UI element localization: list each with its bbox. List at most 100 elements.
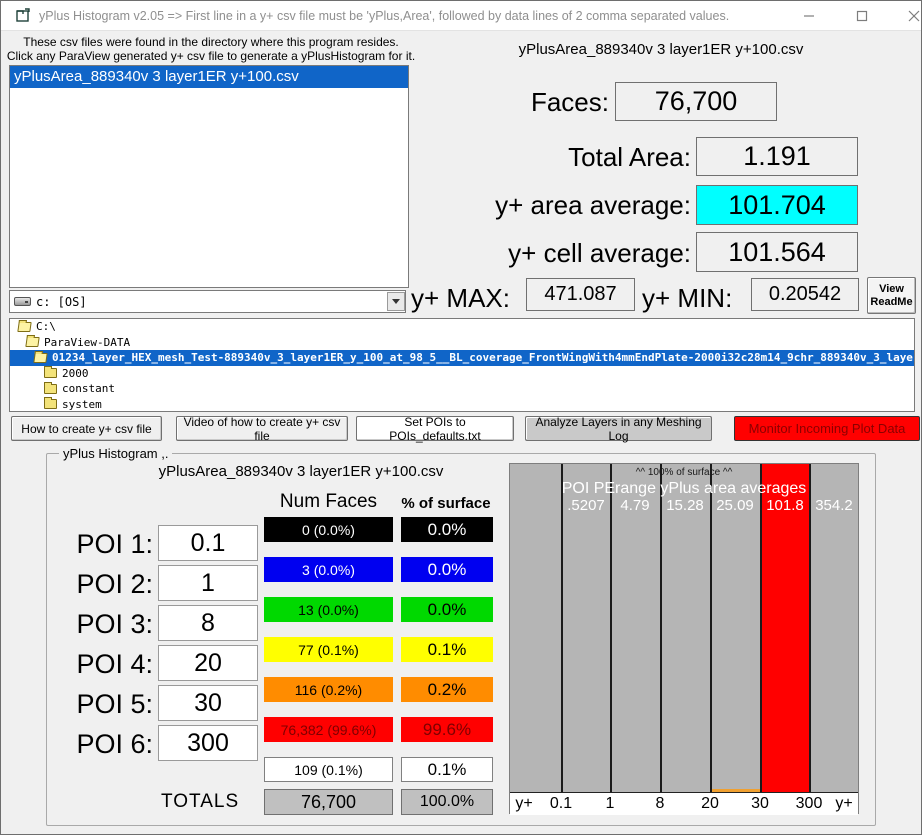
table-row-numfaces: 13 (0.0%) — [264, 597, 393, 622]
range-average: 15.28 — [660, 497, 710, 514]
app-window: yPlus Histogram v2.05 => First line in a… — [0, 0, 922, 835]
csv-file-list[interactable]: yPlusArea_889340v 3 layer1ER y+100.csv — [9, 65, 409, 288]
open-folder-icon — [33, 353, 47, 363]
analyze-layers-button[interactable]: Analyze Layers in any Meshing Log — [525, 416, 712, 441]
table-row-pct: 99.6% — [401, 717, 493, 742]
app-icon — [15, 8, 31, 24]
tree-row-system[interactable]: system — [10, 397, 914, 413]
drive-selector-value: c: [OS] — [36, 295, 87, 309]
table-row-pct: 0.1% — [401, 637, 493, 662]
view-readme-line2: ReadMe — [868, 296, 915, 309]
directory-tree[interactable]: C:\ ParaView-DATA 01234_layer_HEX_mesh_T… — [9, 318, 915, 412]
open-folder-icon — [17, 322, 31, 332]
table-row-pct: 0.1% — [401, 757, 493, 782]
table-row-numfaces: 0 (0.0%) — [264, 517, 393, 542]
intro-text: These csv files were found in the direct… — [5, 35, 417, 63]
tree-label: constant — [62, 382, 115, 395]
ymin-value: 0.20542 — [751, 278, 859, 311]
poi3-input[interactable]: 8 — [158, 605, 258, 641]
table-row-numfaces: 76,382 (99.6%) — [264, 717, 393, 742]
axis-label: 1 — [588, 795, 632, 813]
axis-label: y+ — [512, 795, 536, 813]
totals-label: TOTALS — [161, 791, 257, 813]
tree-label: 2000 — [62, 367, 89, 380]
faces-value: 76,700 — [615, 82, 777, 121]
table-row-numfaces: 3 (0.0%) — [264, 557, 393, 582]
tree-row-constant[interactable]: constant — [10, 381, 914, 397]
poi5-input[interactable]: 30 — [158, 685, 258, 721]
minimize-icon[interactable] — [786, 1, 831, 31]
ymin-label: y+ MIN: — [642, 283, 747, 314]
range-average: 101.8 — [760, 497, 810, 514]
view-readme-button[interactable]: View ReadMe — [867, 277, 916, 314]
poi5-label: POI 5: — [31, 689, 153, 720]
poi6-input[interactable]: 300 — [158, 725, 258, 761]
tree-label: ParaView-DATA — [44, 336, 130, 349]
cell-average-label: y+ cell average: — [401, 238, 691, 269]
poi2-label: POI 2: — [31, 569, 153, 600]
intro-line-2: Click any ParaView generated y+ csv file… — [5, 49, 417, 63]
tree-label: 01234_layer_HEX_mesh_Test-889340v_3_laye… — [52, 351, 915, 364]
how-to-create-csv-button[interactable]: How to create y+ csv file — [11, 416, 162, 441]
histogram-file-label: yPlusArea_889340v 3 layer1ER y+100.csv — [111, 463, 491, 480]
drive-selector[interactable]: c: [OS] — [9, 290, 406, 313]
range-average: 25.09 — [710, 497, 760, 514]
totals-pct-value: 100.0% — [401, 789, 493, 815]
folder-icon — [44, 399, 57, 409]
total-area-label: Total Area: — [401, 142, 691, 173]
folder-icon — [44, 368, 57, 378]
axis-label: 300 — [787, 795, 831, 813]
csv-file-item-selected[interactable]: yPlusArea_889340v 3 layer1ER y+100.csv — [10, 66, 408, 88]
faces-label: Faces: — [431, 87, 609, 118]
chevron-down-icon[interactable] — [387, 292, 405, 311]
area-average-label: y+ area average: — [401, 190, 691, 221]
axis-label: y+ — [832, 795, 856, 813]
set-pois-defaults-button[interactable]: Set POIs to POIs_defaults.txt — [356, 416, 514, 441]
plot-x-axis: y+ 0.1 1 8 20 30 300 y+ — [510, 792, 858, 815]
range-average: .5207 — [561, 497, 611, 514]
plot-100pct-note: ^^ 100% of surface ^^ — [510, 467, 858, 478]
view-readme-line1: View — [868, 283, 915, 296]
drive-icon — [14, 297, 31, 306]
title-bar: yPlus Histogram v2.05 => First line in a… — [1, 1, 921, 31]
plot-subtitle: POI PErange yPlus area averages — [510, 480, 858, 498]
poi2-input[interactable]: 1 — [158, 565, 258, 601]
axis-label: 8 — [638, 795, 682, 813]
tree-label: system — [62, 398, 102, 411]
poi4-label: POI 4: — [31, 649, 153, 680]
axis-label: 30 — [738, 795, 782, 813]
close-icon[interactable] — [891, 1, 922, 31]
table-row-pct: 0.0% — [401, 517, 493, 542]
intro-line-1: These csv files were found in the direct… — [5, 35, 417, 49]
table-row-numfaces: 77 (0.1%) — [264, 637, 393, 662]
tree-row-root[interactable]: C:\ — [10, 319, 914, 335]
current-csv-filename: yPlusArea_889340v 3 layer1ER y+100.csv — [461, 41, 861, 58]
tree-row-selected-case[interactable]: 01234_layer_HEX_mesh_Test-889340v_3_laye… — [10, 350, 914, 366]
monitor-plot-data-button[interactable]: Monitor Incoming Plot Data — [734, 416, 920, 441]
range-average: 4.79 — [610, 497, 660, 514]
poi3-label: POI 3: — [31, 609, 153, 640]
num-faces-header: Num Faces — [264, 491, 393, 513]
table-row-pct: 0.0% — [401, 597, 493, 622]
open-folder-icon — [25, 337, 39, 347]
area-average-value: 101.704 — [696, 185, 858, 225]
poi1-input[interactable]: 0.1 — [158, 525, 258, 561]
range-average: 354.2 — [809, 497, 859, 514]
maximize-icon[interactable] — [839, 1, 884, 31]
total-area-value: 1.191 — [696, 137, 858, 176]
table-row-numfaces: 116 (0.2%) — [264, 677, 393, 702]
tree-row-paraview-data[interactable]: ParaView-DATA — [10, 335, 914, 351]
tree-row-2000[interactable]: 2000 — [10, 366, 914, 382]
tree-label: C:\ — [36, 320, 56, 333]
poi6-label: POI 6: — [31, 729, 153, 760]
window-title: yPlus Histogram v2.05 => First line in a… — [39, 9, 729, 23]
pct-surface-header: % of surface — [397, 495, 495, 512]
poi1-label: POI 1: — [31, 529, 153, 560]
axis-label: 20 — [688, 795, 732, 813]
ymax-label: y+ MAX: — [411, 283, 521, 314]
ymax-value: 471.087 — [526, 278, 635, 311]
folder-icon — [44, 384, 57, 394]
axis-label: 0.1 — [539, 795, 583, 813]
poi4-input[interactable]: 20 — [158, 645, 258, 681]
video-how-to-button[interactable]: Video of how to create y+ csv file — [176, 416, 348, 441]
